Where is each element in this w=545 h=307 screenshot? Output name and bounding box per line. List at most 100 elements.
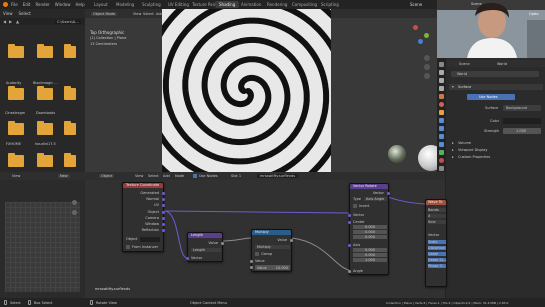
socket-window[interactable] bbox=[162, 223, 165, 226]
options-label[interactable]: Optio bbox=[529, 12, 538, 16]
folder-item[interactable] bbox=[37, 121, 53, 135]
parent-folder-icon[interactable]: ▲ bbox=[16, 19, 19, 24]
menu-window[interactable]: Window bbox=[55, 2, 71, 7]
center-z[interactable]: 0.000 bbox=[353, 235, 387, 239]
checkbox-icon[interactable] bbox=[126, 245, 130, 249]
path-field[interactable]: C:\Users\&... bbox=[55, 19, 81, 24]
socket-axis-in[interactable] bbox=[348, 244, 351, 247]
folder-item[interactable] bbox=[8, 121, 24, 135]
length-operation[interactable]: Length bbox=[191, 248, 221, 252]
scene-tab-icon[interactable] bbox=[439, 94, 444, 99]
custom-props-panel-header[interactable]: ▸ Custom Properties bbox=[449, 154, 543, 160]
zoom-icon[interactable] bbox=[424, 55, 430, 61]
center-y[interactable]: 0.000 bbox=[353, 230, 387, 234]
axis-x[interactable]: 0.000 bbox=[353, 248, 387, 252]
socket-generated[interactable] bbox=[162, 192, 165, 195]
socket-vector-in[interactable] bbox=[348, 214, 351, 217]
tab-scripting[interactable]: Scripting bbox=[317, 1, 343, 8]
image-grid[interactable] bbox=[5, 202, 80, 292]
strength-field[interactable]: 1.000 bbox=[503, 128, 541, 134]
axis-z[interactable]: 1.000 bbox=[353, 258, 387, 262]
file-browser-view-menu[interactable]: View bbox=[3, 11, 13, 16]
menu-edit[interactable]: Edit bbox=[23, 2, 31, 7]
texture-tab-icon[interactable] bbox=[439, 166, 444, 171]
color-field[interactable] bbox=[503, 118, 541, 124]
pan-hand-icon[interactable] bbox=[424, 64, 430, 70]
nav-gizmo-z[interactable] bbox=[418, 39, 423, 44]
folder-item[interactable] bbox=[37, 153, 53, 167]
menu-file[interactable]: File bbox=[11, 2, 18, 7]
wave-type[interactable]: Bands bbox=[428, 208, 446, 212]
tab-animation[interactable]: Animation bbox=[237, 1, 265, 8]
viewport-menu-select[interactable]: Select bbox=[143, 12, 154, 16]
folder-item[interactable] bbox=[64, 44, 76, 58]
volume-panel-header[interactable]: ▸ Volume bbox=[449, 140, 543, 146]
wave-detail[interactable]: Detail bbox=[428, 252, 446, 256]
multiply-node[interactable]: Multiply Value Multiply Clamp Value Valu… bbox=[250, 229, 293, 272]
hdri-preview-sphere[interactable] bbox=[388, 145, 406, 163]
scene-selector[interactable]: Scene bbox=[410, 2, 422, 7]
wave-direction[interactable]: X bbox=[428, 214, 446, 218]
checkbox-icon[interactable] bbox=[255, 252, 259, 256]
socket-center-in[interactable] bbox=[348, 221, 351, 224]
forward-arrow-icon[interactable]: ▶ bbox=[9, 19, 12, 24]
world-selector[interactable]: World bbox=[451, 71, 539, 77]
vector-rotate-node[interactable]: Vector Rotate Vector Type Axis Angle Inv… bbox=[348, 183, 390, 275]
use-nodes-button[interactable]: Use Nodes bbox=[467, 94, 515, 100]
folder-item[interactable] bbox=[8, 153, 24, 167]
nav-gizmo-y[interactable] bbox=[424, 33, 429, 38]
socket-reflection[interactable] bbox=[162, 229, 165, 232]
object-tab-icon[interactable] bbox=[439, 110, 444, 115]
folder-item[interactable] bbox=[8, 86, 24, 100]
checkbox-icon[interactable] bbox=[353, 204, 357, 208]
pan-hand-icon[interactable] bbox=[72, 210, 77, 215]
image-editor-view-menu[interactable]: View bbox=[12, 174, 20, 178]
wave-detail-scale[interactable]: Detail Sc... bbox=[428, 258, 447, 262]
socket-normal[interactable] bbox=[162, 198, 165, 201]
modifier-tab-icon[interactable] bbox=[439, 118, 444, 123]
surface-panel-header[interactable]: ▾ Surface bbox=[449, 84, 543, 90]
output-tab-icon[interactable] bbox=[439, 78, 444, 83]
socket-length-value[interactable] bbox=[221, 242, 224, 245]
tab-sculpting[interactable]: Sculpting bbox=[138, 1, 165, 8]
folder-item[interactable] bbox=[37, 44, 53, 58]
socket-uv[interactable] bbox=[162, 204, 165, 207]
tab-shading[interactable]: Shading bbox=[215, 1, 240, 8]
view-layer-tab-icon[interactable] bbox=[439, 86, 444, 91]
menu-help[interactable]: Help bbox=[75, 2, 84, 7]
texture-coordinate-node[interactable]: Texture Coordinate Generated Normal UV O… bbox=[122, 182, 165, 252]
folder-item[interactable] bbox=[64, 121, 76, 135]
type-dropdown[interactable]: Axis Angle bbox=[364, 197, 387, 201]
world-tab-icon[interactable] bbox=[439, 102, 444, 107]
object-picker[interactable] bbox=[140, 237, 160, 242]
tool-tab-icon[interactable] bbox=[439, 62, 444, 67]
socket-object[interactable] bbox=[162, 211, 165, 214]
wave-distortion[interactable]: Distortion bbox=[428, 246, 446, 250]
new-image-button[interactable]: New bbox=[58, 174, 70, 178]
socket-multiply-in1[interactable] bbox=[250, 260, 253, 263]
tab-modeling[interactable]: Modeling bbox=[112, 1, 138, 8]
particles-tab-icon[interactable] bbox=[439, 126, 444, 131]
axis-y[interactable]: 0.000 bbox=[353, 253, 387, 257]
socket-length-vector[interactable] bbox=[186, 257, 189, 260]
socket-multiply-out[interactable] bbox=[290, 239, 293, 242]
socket-angle-in[interactable] bbox=[348, 270, 351, 273]
socket-camera[interactable] bbox=[162, 217, 165, 220]
folder-item[interactable] bbox=[64, 86, 76, 100]
wave-phase-offset[interactable]: Phase O... bbox=[428, 264, 446, 268]
material-tab-icon[interactable] bbox=[439, 158, 444, 163]
folder-item[interactable] bbox=[8, 44, 24, 58]
nav-gizmo-x[interactable] bbox=[413, 25, 418, 30]
folder-item[interactable] bbox=[37, 86, 53, 100]
camera-view-icon[interactable] bbox=[424, 73, 430, 79]
3d-viewport[interactable]: Object Mode View Select Add Object Top O… bbox=[85, 9, 444, 172]
socket-multiply-in2[interactable] bbox=[250, 266, 253, 269]
blender-logo-icon[interactable] bbox=[3, 2, 8, 7]
surface-shader-field[interactable]: Background bbox=[503, 105, 541, 111]
data-tab-icon[interactable] bbox=[439, 150, 444, 155]
socket-vector-out[interactable] bbox=[387, 192, 390, 195]
file-browser-select-menu[interactable]: Select bbox=[19, 11, 31, 16]
constraints-tab-icon[interactable] bbox=[439, 142, 444, 147]
zoom-icon[interactable] bbox=[72, 200, 77, 205]
tab-layout[interactable]: Layout bbox=[90, 1, 112, 8]
